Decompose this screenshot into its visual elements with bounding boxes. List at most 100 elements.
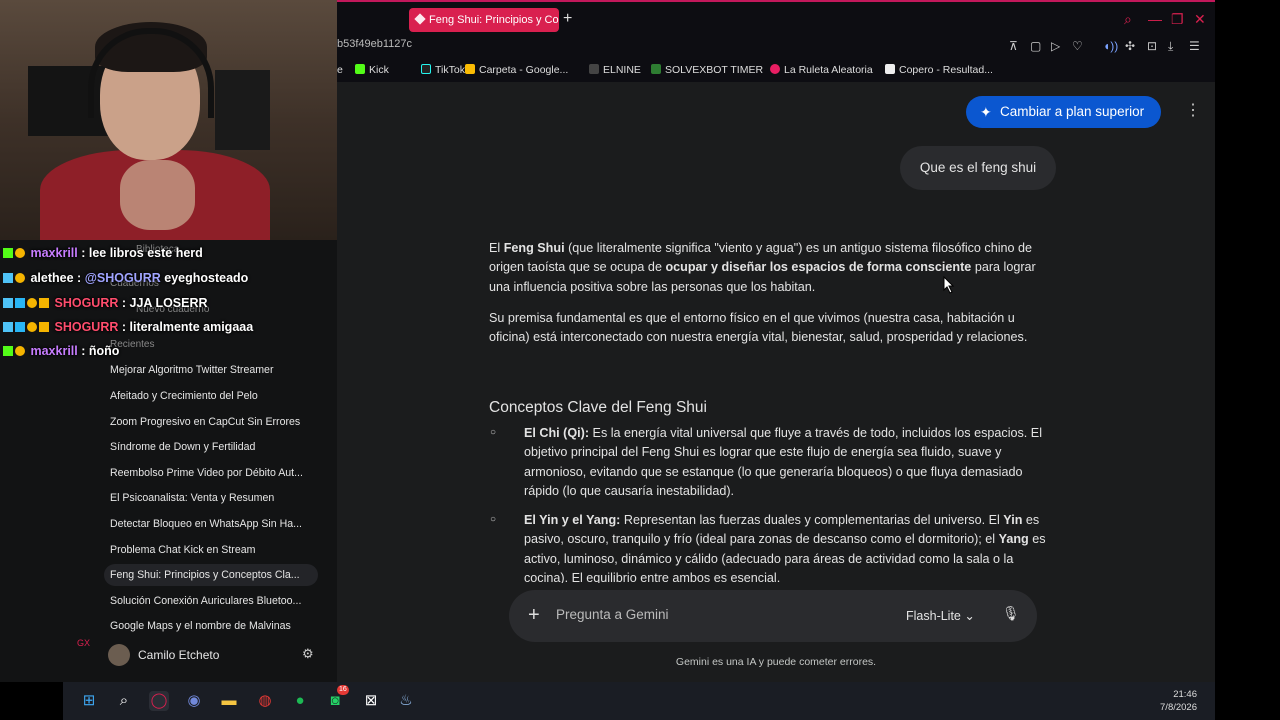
chat-message: maxkrill : ñoño [3,344,119,358]
microphone-icon[interactable]: 🎙 [1002,605,1020,622]
user-prompt-bubble: Que es el feng shui [900,146,1056,190]
bullet-chi: El Chi (Qi): Es la energía vital univers… [524,426,1042,498]
upgrade-plan-button[interactable]: ✦ Cambiar a plan superior [966,96,1161,128]
clock-time: 21:46 [1173,689,1197,700]
bookmark-ruleta[interactable]: La Ruleta Aleatoria [770,64,873,76]
sidebar-chat-item[interactable]: Google Maps y el nombre de Malvinas [110,620,310,632]
add-attachment-icon[interactable]: + [528,603,540,627]
search-icon[interactable]: ⌕ [114,691,134,711]
sidebar-chat-item[interactable]: Problema Chat Kick en Stream [110,544,310,556]
audio-icon[interactable]: ◖)) [1103,38,1118,54]
bullet-yin-yang: El Yin y el Yang: Representan las fuerza… [524,513,1046,583]
address-bar[interactable]: b53f49eb1127c ⊼ ▢ ▷ ♡ ◖)) ✣ ⊡ ⤓ ☰ [337,36,1215,60]
sidebar-chat-item[interactable]: Afeitado y Crecimiento del Pelo [110,390,310,402]
sidebar-chat-item[interactable]: Detectar Bloqueo en WhatsApp Sin Ha... [110,518,310,530]
tiktok-icon [421,64,431,74]
system-clock[interactable]: 21:46 7/8/2026 [1160,688,1197,714]
minimize-icon[interactable]: — [1148,10,1162,28]
bookmark-copero[interactable]: Copero - Resultad... [885,64,993,76]
opera-gx-icon[interactable]: ◯ [149,691,169,711]
gemini-chat-area: ✦ Cambiar a plan superior ⋮ Que es el fe… [337,82,1215,682]
response-paragraph-1: El Feng Shui (que literalmente significa… [489,241,1036,294]
user-profile[interactable]: Camilo Etcheto ⚙ [108,644,320,668]
chat-message: SHOGURR : literalmente amigaaa [3,320,253,334]
new-tab-button[interactable]: + [563,10,572,28]
app-icon[interactable]: ◍ [255,691,275,711]
download-icon[interactable]: ⤓ [1168,38,1173,54]
sidebar-chat-item[interactable]: El Psicoanalista: Venta y Resumen [110,492,310,504]
url-text[interactable]: b53f49eb1127c [337,38,412,50]
sidebar-chat-item[interactable]: Solución Conexión Auriculares Bluetoo... [110,595,310,607]
badge-icon [15,273,25,283]
badge-icon [15,322,25,332]
heart-icon[interactable]: ♡ [1072,38,1083,54]
upgrade-label: Cambiar a plan superior [1000,104,1145,119]
sidebar-chat-item-active[interactable]: Feng Shui: Principios y Conceptos Cla... [104,564,318,586]
model-selector[interactable]: Flash-Lite ⌄ [906,608,975,623]
right-letterbox [1215,0,1280,720]
capcut-icon[interactable]: ⊠ [361,691,381,711]
pin-icon[interactable]: ⊼ [1009,38,1018,54]
kick-icon [355,64,365,74]
badge-icon [15,346,25,356]
copero-icon [885,64,895,74]
sidebar-chat-item[interactable]: Zoom Progresivo en CapCut Sin Errores [110,416,310,428]
play-icon[interactable]: ▷ [1051,38,1060,54]
snapshot-icon[interactable]: ▢ [1030,38,1041,54]
bookmark-solvexbot[interactable]: SOLVEXBOT TIMER [651,64,763,76]
gear-icon[interactable]: ⚙ [302,646,314,662]
drive-icon [465,64,475,74]
bookmark-drive[interactable]: Carpeta - Google... [465,64,568,76]
chat-message: SHOGURR : JJA LOSERR [3,296,208,310]
more-options-icon[interactable]: ⋮ [1185,102,1201,120]
webcam-background-shelf [215,70,270,150]
folder-icon[interactable]: ▬ [219,691,239,711]
badge-icon [3,298,13,308]
ruleta-icon [770,64,780,74]
chat-message: maxkrill : lee libros este herd [3,246,203,260]
section-heading: Conceptos Clave del Feng Shui [489,399,707,416]
chevron-down-icon: ⌄ [964,609,975,623]
bookmark-kick[interactable]: Kick [355,64,389,76]
badge-icon [15,298,25,308]
prompt-input[interactable]: + Pregunta a Gemini Flash-Lite ⌄ 🎙 [509,590,1037,642]
gemini-tab-icon [414,13,426,25]
windows-start-icon[interactable]: ⊞ [79,691,99,711]
webcam-overlay [0,0,337,240]
mouse-cursor-icon [943,276,955,294]
bookmarks-bar: e Kick TikTok Carpeta - Google... ELNINE… [337,60,1215,82]
bookmark-item[interactable]: e [337,64,343,76]
webcam-person-hand [120,160,195,230]
tab-feng-shui[interactable]: Feng Shui: Principios y Con [409,8,559,32]
disclaimer: Gemini es una IA y puede cometer errores… [675,656,877,668]
steam-icon[interactable]: ♨ [396,691,416,711]
discord-icon[interactable]: ◉ [184,691,204,711]
sidebar-chat-item[interactable]: Síndrome de Down y Fertilidad [110,441,310,453]
menu-icon[interactable]: ☰ [1189,38,1200,54]
spotify-icon[interactable]: ● [290,691,310,711]
bookmark-tiktok[interactable]: TikTok [421,64,465,76]
badge-icon [15,248,25,258]
whatsapp-icon[interactable]: ◙ 16 [325,685,349,711]
badge-icon [27,298,37,308]
search-icon[interactable]: ⌕ [1124,10,1132,28]
notification-badge: 16 [337,685,349,695]
response-paragraph-2: Su premisa fundamental es que el entorno… [489,311,1028,345]
badge-icon [3,273,13,283]
badge-icon [27,322,37,332]
sidebar-chat-item[interactable]: Reembolso Prime Video por Débito Aut... [110,467,310,479]
close-icon[interactable]: ✕ [1194,10,1206,28]
sidebar-chat-item[interactable]: Mejorar Algoritmo Twitter Streamer [110,364,310,376]
badge-icon [39,298,49,308]
bookmark-elnine[interactable]: ELNINE [589,64,641,76]
sparkle-icon: ✦ [980,104,992,120]
browser-titlebar: Feng Shui: Principios y Con + ⌕ — ❐ ✕ [337,0,1215,36]
clock-date: 7/8/2026 [1160,702,1197,713]
lock-icon[interactable]: ⊡ [1147,38,1157,54]
avatar [108,644,130,666]
input-placeholder[interactable]: Pregunta a Gemini [556,607,669,622]
tab-title: Feng Shui: Principios y Con [429,14,559,26]
gx-icon: GX [77,638,91,648]
extensions-icon[interactable]: ✣ [1125,38,1135,54]
maximize-icon[interactable]: ❐ [1171,10,1184,28]
